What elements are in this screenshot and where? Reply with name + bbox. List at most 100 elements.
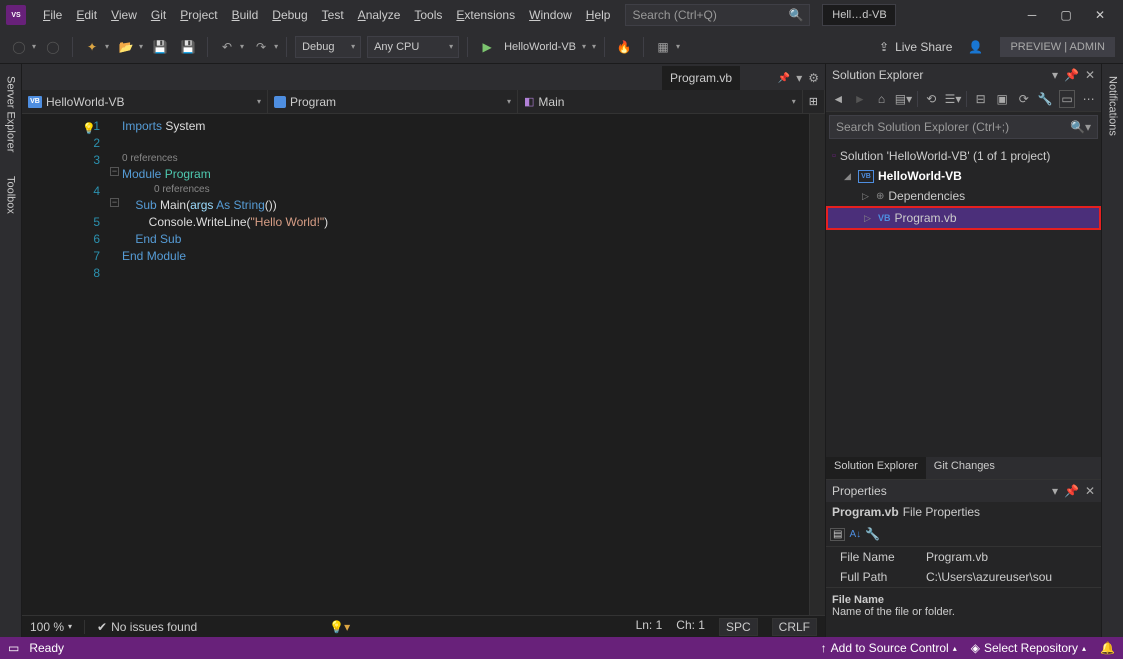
open-button[interactable]: 📂 <box>115 36 137 58</box>
collapse-icon[interactable]: ⊟ <box>972 90 989 108</box>
filter-icon[interactable]: ☰▾ <box>945 90 962 108</box>
switch-views-icon[interactable]: ▤▾ <box>895 90 912 108</box>
tab-menu-icon[interactable]: ▾ <box>796 71 802 85</box>
menu-file[interactable]: File <box>36 4 69 26</box>
dependencies-node[interactable]: ▷ ⊕ Dependencies <box>826 186 1101 206</box>
refresh-icon[interactable]: ⟳ <box>1015 90 1032 108</box>
code-editor[interactable]: 1💡2345678−− Imports System0 referencesMo… <box>22 114 825 615</box>
select-repository-button[interactable]: ◈ Select Repository ▴ <box>971 641 1086 655</box>
project-node[interactable]: ◢ VB HelloWorld-VB <box>826 166 1101 186</box>
categorized-icon[interactable]: ▤ <box>830 528 845 541</box>
file-tab-program[interactable]: Program.vb <box>662 66 740 90</box>
start-target[interactable]: HelloWorld-VB <box>504 41 576 53</box>
indent-indicator[interactable]: SPC <box>719 618 758 636</box>
tab-git-changes[interactable]: Git Changes <box>926 457 1003 479</box>
error-indicator[interactable]: ✔ No issues found <box>97 620 197 634</box>
property-desc-title: File Name <box>832 594 1095 606</box>
fwd-icon[interactable]: ► <box>852 90 869 108</box>
undo-button[interactable]: ↶ <box>216 36 238 58</box>
platform-combo[interactable]: Any CPU <box>367 36 459 58</box>
add-source-control-button[interactable]: ↑ Add to Source Control ▴ <box>821 641 957 655</box>
maximize-button[interactable]: ▢ <box>1059 8 1073 22</box>
hot-reload-button[interactable]: 🔥 <box>613 36 635 58</box>
feedback-button[interactable]: 👤 <box>964 36 986 58</box>
solution-icon: ▫ <box>832 150 836 162</box>
save-all-button[interactable]: 💾 <box>177 36 199 58</box>
menu-build[interactable]: Build <box>225 4 266 26</box>
preview-icon[interactable]: ▭ <box>1059 90 1076 108</box>
back-button[interactable]: ◯ <box>8 36 30 58</box>
close-button[interactable]: ✕ <box>1093 8 1107 22</box>
check-icon: ✔ <box>97 620 107 634</box>
live-share-button[interactable]: ⇪ Live Share <box>873 40 958 54</box>
menu-edit[interactable]: Edit <box>69 4 104 26</box>
title-bar: VS FileEditViewGitProjectBuildDebugTestA… <box>0 0 1123 30</box>
menu-analyze[interactable]: Analyze <box>351 4 408 26</box>
menu-extensions[interactable]: Extensions <box>449 4 522 26</box>
alphabetical-icon[interactable]: A↓ <box>849 529 861 540</box>
char-indicator[interactable]: Ch: 1 <box>676 618 705 636</box>
editor-scrollbar[interactable] <box>809 114 825 615</box>
module-icon <box>274 96 286 108</box>
property-pages-icon[interactable]: 🔧 <box>865 527 880 541</box>
close-panel-icon[interactable]: ✕ <box>1085 68 1095 82</box>
project-nav-combo[interactable]: VB HelloWorld-VB ▾ <box>22 90 268 113</box>
bell-icon[interactable]: 🔔 <box>1100 641 1115 655</box>
output-icon[interactable]: ▭ <box>8 641 19 655</box>
new-item-button[interactable]: ✦ <box>81 36 103 58</box>
file-node-program[interactable]: ▷ VB Program.vb <box>826 206 1101 230</box>
menu-project[interactable]: Project <box>173 4 224 26</box>
settings-icon[interactable]: ⚙ <box>808 71 819 85</box>
pin-tab-icon[interactable]: 📌 <box>778 73 790 84</box>
solution-node[interactable]: ▫ Solution 'HelloWorld-VB' (1 of 1 proje… <box>826 146 1101 166</box>
expander-icon[interactable]: ◢ <box>844 171 854 182</box>
notifications-tab[interactable]: Notifications <box>1105 70 1121 142</box>
menu-help[interactable]: Help <box>579 4 618 26</box>
line-indicator[interactable]: Ln: 1 <box>636 618 663 636</box>
pin-icon[interactable]: 📌 <box>1064 484 1079 498</box>
minimize-button[interactable]: ─ <box>1025 8 1039 22</box>
menu-test[interactable]: Test <box>315 4 351 26</box>
layout-button[interactable]: ▦ <box>652 36 674 58</box>
dropdown-icon[interactable]: ▾ <box>1052 68 1058 82</box>
status-bar: ▭ Ready ↑ Add to Source Control ▴ ◈ Sele… <box>0 637 1123 659</box>
close-panel-icon[interactable]: ✕ <box>1085 484 1095 498</box>
configuration-combo[interactable]: Debug <box>295 36 361 58</box>
global-search-input[interactable]: Search (Ctrl+Q) 🔍 <box>625 4 810 26</box>
menu-git[interactable]: Git <box>144 4 173 26</box>
menu-window[interactable]: Window <box>522 4 579 26</box>
lineending-indicator[interactable]: CRLF <box>772 618 817 636</box>
member-nav-combo[interactable]: ◧ Main ▾ <box>518 90 803 113</box>
editor-status-strip: 100 % ▾ ✔ No issues found 💡▾ Ln: 1 Ch: 1… <box>22 615 825 637</box>
menu-debug[interactable]: Debug <box>265 4 314 26</box>
start-button[interactable]: ▶ <box>476 36 498 58</box>
properties-panel: Properties ▾ 📌 ✕ Program.vbFile Properti… <box>826 479 1101 637</box>
save-button[interactable]: 💾 <box>149 36 171 58</box>
dropdown-icon[interactable]: ▾ <box>1052 484 1058 498</box>
show-all-icon[interactable]: ▣ <box>994 90 1011 108</box>
toolbox-tab[interactable]: Toolbox <box>3 170 19 220</box>
property-row[interactable]: Full PathC:\Users\azureuser\sou <box>826 567 1101 587</box>
overflow-icon[interactable]: ⋯ <box>1080 90 1097 108</box>
home-icon[interactable]: ⌂ <box>873 90 890 108</box>
vb-file-icon: VB <box>878 213 891 223</box>
expander-icon[interactable]: ▷ <box>864 213 874 224</box>
server-explorer-tab[interactable]: Server Explorer <box>3 70 19 158</box>
back-icon[interactable]: ◄ <box>830 90 847 108</box>
forward-button[interactable]: ◯ <box>42 36 64 58</box>
redo-button[interactable]: ↷ <box>250 36 272 58</box>
solution-tree[interactable]: ▫ Solution 'HelloWorld-VB' (1 of 1 proje… <box>826 142 1101 457</box>
property-row[interactable]: File NameProgram.vb <box>826 547 1101 567</box>
menu-tools[interactable]: Tools <box>407 4 449 26</box>
sync-icon[interactable]: ⟲ <box>923 90 940 108</box>
pin-icon[interactable]: 📌 <box>1064 68 1079 82</box>
type-nav-combo[interactable]: Program ▾ <box>268 90 518 113</box>
menu-view[interactable]: View <box>104 4 144 26</box>
solution-search-input[interactable]: Search Solution Explorer (Ctrl+;) 🔍▾ <box>829 115 1098 139</box>
split-view-button[interactable]: ⊞ <box>803 90 825 113</box>
zoom-combo[interactable]: 100 % ▾ <box>30 620 72 634</box>
expander-icon[interactable]: ▷ <box>862 191 872 202</box>
lightbulb-icon[interactable]: 💡▾ <box>329 620 350 634</box>
properties-icon[interactable]: 🔧 <box>1037 90 1054 108</box>
tab-solution-explorer[interactable]: Solution Explorer <box>826 457 926 479</box>
